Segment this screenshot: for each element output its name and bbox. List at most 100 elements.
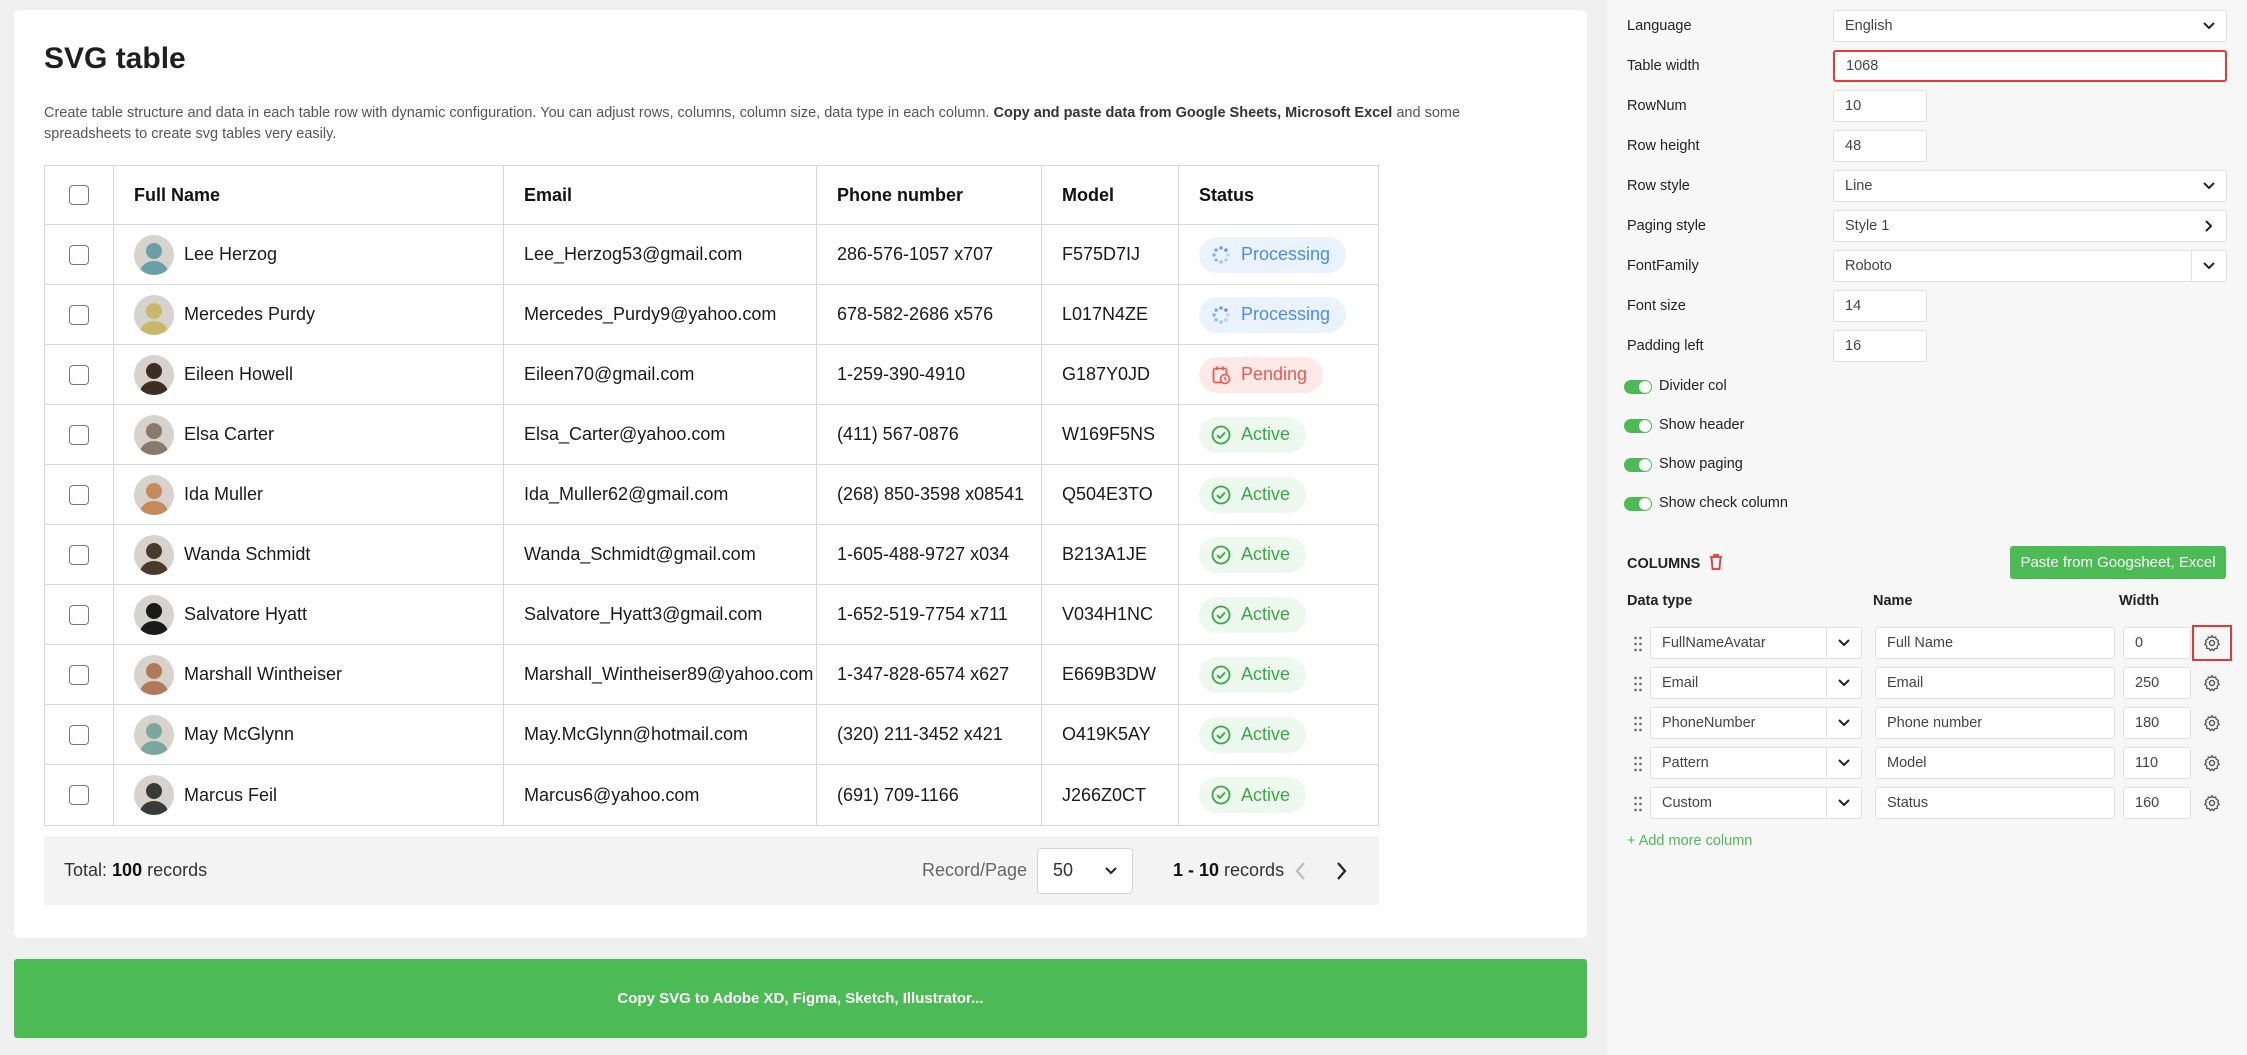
header-status[interactable]: Status (1179, 166, 1378, 224)
table-row[interactable]: Eileen Howell Eileen70@gmail.com 1-259-390… (45, 345, 1378, 405)
drag-handle-icon[interactable] (1633, 635, 1643, 658)
table-row[interactable]: Marshall Wintheiser Marshall_Wintheiser89… (45, 645, 1378, 705)
add-more-column-link[interactable]: + Add more column (1627, 833, 1752, 849)
avatar (134, 654, 174, 695)
copy-svg-button[interactable]: Copy SVG to Adobe XD, Figma, Sketch, Ill… (14, 959, 1587, 1038)
rownum-label: RowNum (1627, 98, 1687, 114)
column-name-input[interactable]: Full Name (1875, 627, 2115, 659)
header-phone[interactable]: Phone number (817, 166, 1042, 224)
column-width-input[interactable]: 160 (2123, 787, 2191, 819)
header-email[interactable]: Email (504, 166, 817, 224)
row-checkbox[interactable] (69, 724, 89, 745)
chevron-down-icon (1837, 716, 1851, 734)
row-checkbox[interactable] (69, 484, 89, 505)
drag-handle-icon[interactable] (1633, 755, 1643, 778)
row-checkbox[interactable] (69, 604, 89, 625)
select-divider (1826, 628, 1827, 658)
drag-handle-icon[interactable] (1633, 675, 1643, 698)
language-select[interactable]: English (1833, 10, 2227, 42)
column-name-value: Model (1887, 755, 1927, 771)
column-header-data-type: Data type (1627, 593, 1693, 609)
drag-handle-icon[interactable] (1633, 795, 1643, 818)
row-style-select[interactable]: Line (1833, 170, 2227, 202)
show-check-column-toggle[interactable] (1624, 497, 1652, 511)
column-name-input[interactable]: Email (1875, 667, 2115, 699)
table-row[interactable]: Wanda Schmidt Wanda_Schmidt@gmail.com 1-60… (45, 525, 1378, 585)
table-row[interactable]: Elsa Carter Elsa_Carter@yahoo.com (411) 56… (45, 405, 1378, 465)
table-row[interactable]: May McGlynn May.McGlynn@hotmail.com (320) … (45, 705, 1378, 765)
row-checkbox[interactable] (69, 424, 89, 445)
column-name-input[interactable]: Model (1875, 747, 2115, 779)
column-width-input[interactable]: 180 (2123, 707, 2191, 739)
chevron-right-icon[interactable] (1334, 860, 1348, 887)
show-paging-toggle[interactable] (1624, 458, 1652, 472)
select-all-checkbox[interactable] (69, 185, 89, 205)
gear-icon[interactable] (2200, 751, 2224, 775)
paste-from-sheet-button[interactable]: Paste from Googsheet, Excel (2010, 546, 2226, 579)
check-circle-icon (1211, 725, 1241, 745)
column-type-select[interactable]: FullNameAvatar (1650, 627, 1862, 659)
column-name-input[interactable]: Phone number (1875, 707, 2115, 739)
show-header-label: Show header (1659, 417, 1745, 433)
font-size-input[interactable]: 14 (1833, 290, 1927, 322)
row-checkbox[interactable] (69, 544, 89, 565)
description-bold: Copy and paste data from Google Sheets, … (993, 105, 1393, 121)
drag-handle-icon[interactable] (1633, 715, 1643, 738)
table-row[interactable]: Ida Muller Ida_Muller62@gmail.com (268) 85… (45, 465, 1378, 525)
padding-left-input[interactable]: 16 (1833, 330, 1927, 362)
gear-icon[interactable] (2200, 711, 2224, 735)
row-checkbox[interactable] (69, 785, 89, 805)
table-row[interactable]: Mercedes Purdy Mercedes_Purdy9@yahoo.com 6… (45, 285, 1378, 345)
row-checkbox[interactable] (69, 304, 89, 325)
paging-style-label: Paging style (1627, 218, 1706, 234)
divider-col-label: Divider col (1659, 378, 1727, 394)
rownum-input[interactable]: 10 (1833, 90, 1927, 122)
gear-icon[interactable] (2200, 791, 2224, 815)
font-family-select[interactable]: Roboto (1833, 250, 2227, 282)
row-checkbox[interactable] (69, 244, 89, 265)
email-cell: Lee_Herzog53@gmail.com (504, 225, 817, 284)
phone-cell: 1-605-488-9727 x034 (817, 525, 1042, 584)
gear-icon[interactable] (2200, 671, 2224, 695)
status-text: Active (1241, 784, 1291, 805)
email-cell: Marshall_Wintheiser89@yahoo.com (504, 645, 817, 704)
column-type-select[interactable]: PhoneNumber (1650, 707, 1862, 739)
phone-cell: 1-652-519-7754 x711 (817, 585, 1042, 644)
table-row[interactable]: Lee Herzog Lee_Herzog53@gmail.com 286-576-… (45, 225, 1378, 285)
column-type-select[interactable]: Custom (1650, 787, 1862, 819)
table-width-input[interactable]: 1068 (1833, 50, 2227, 82)
column-type-select[interactable]: Pattern (1650, 747, 1862, 779)
paging-style-select[interactable]: Style 1 (1833, 210, 2227, 242)
rownum-value: 10 (1845, 98, 1862, 114)
status-cell: Pending (1179, 345, 1378, 404)
row-height-input[interactable]: 48 (1833, 130, 1927, 162)
row-style-value: Line (1845, 178, 1873, 194)
row-checkbox[interactable] (69, 664, 89, 685)
chevron-left-icon[interactable] (1294, 860, 1308, 887)
total-records: Total: 100 records (64, 860, 207, 881)
gear-icon[interactable] (2192, 625, 2232, 661)
full-name-cell: Salvatore Hyatt (114, 585, 504, 644)
status-badge: Processing (1199, 296, 1347, 333)
language-label: Language (1627, 18, 1692, 34)
row-checkbox[interactable] (69, 364, 89, 385)
email-cell: Eileen70@gmail.com (504, 345, 817, 404)
column-name-input[interactable]: Status (1875, 787, 2115, 819)
column-type-select[interactable]: Email (1650, 667, 1862, 699)
table-row[interactable]: Marcus Feil Marcus6@yahoo.com (691) 709-11… (45, 765, 1378, 825)
status-cell: Processing (1179, 285, 1378, 344)
column-width-input[interactable]: 0 (2123, 627, 2191, 659)
header-model[interactable]: Model (1042, 166, 1179, 224)
divider-col-toggle[interactable] (1624, 380, 1652, 394)
column-width-input[interactable]: 250 (2123, 667, 2191, 699)
column-width-value: 110 (2135, 755, 2159, 771)
table-row[interactable]: Salvatore Hyatt Salvatore_Hyatt3@gmail.co… (45, 585, 1378, 645)
row-height-value: 48 (1845, 138, 1862, 154)
full-name-cell: Marcus Feil (114, 765, 504, 825)
settings-panel: Language English Table width 1068 RowNum… (1607, 0, 2247, 1055)
trash-icon[interactable] (1708, 553, 1724, 575)
records-per-page-select[interactable]: 50 (1037, 847, 1133, 894)
header-full-name[interactable]: Full Name (114, 166, 504, 224)
show-header-toggle[interactable] (1624, 419, 1652, 433)
column-width-input[interactable]: 110 (2123, 747, 2191, 779)
